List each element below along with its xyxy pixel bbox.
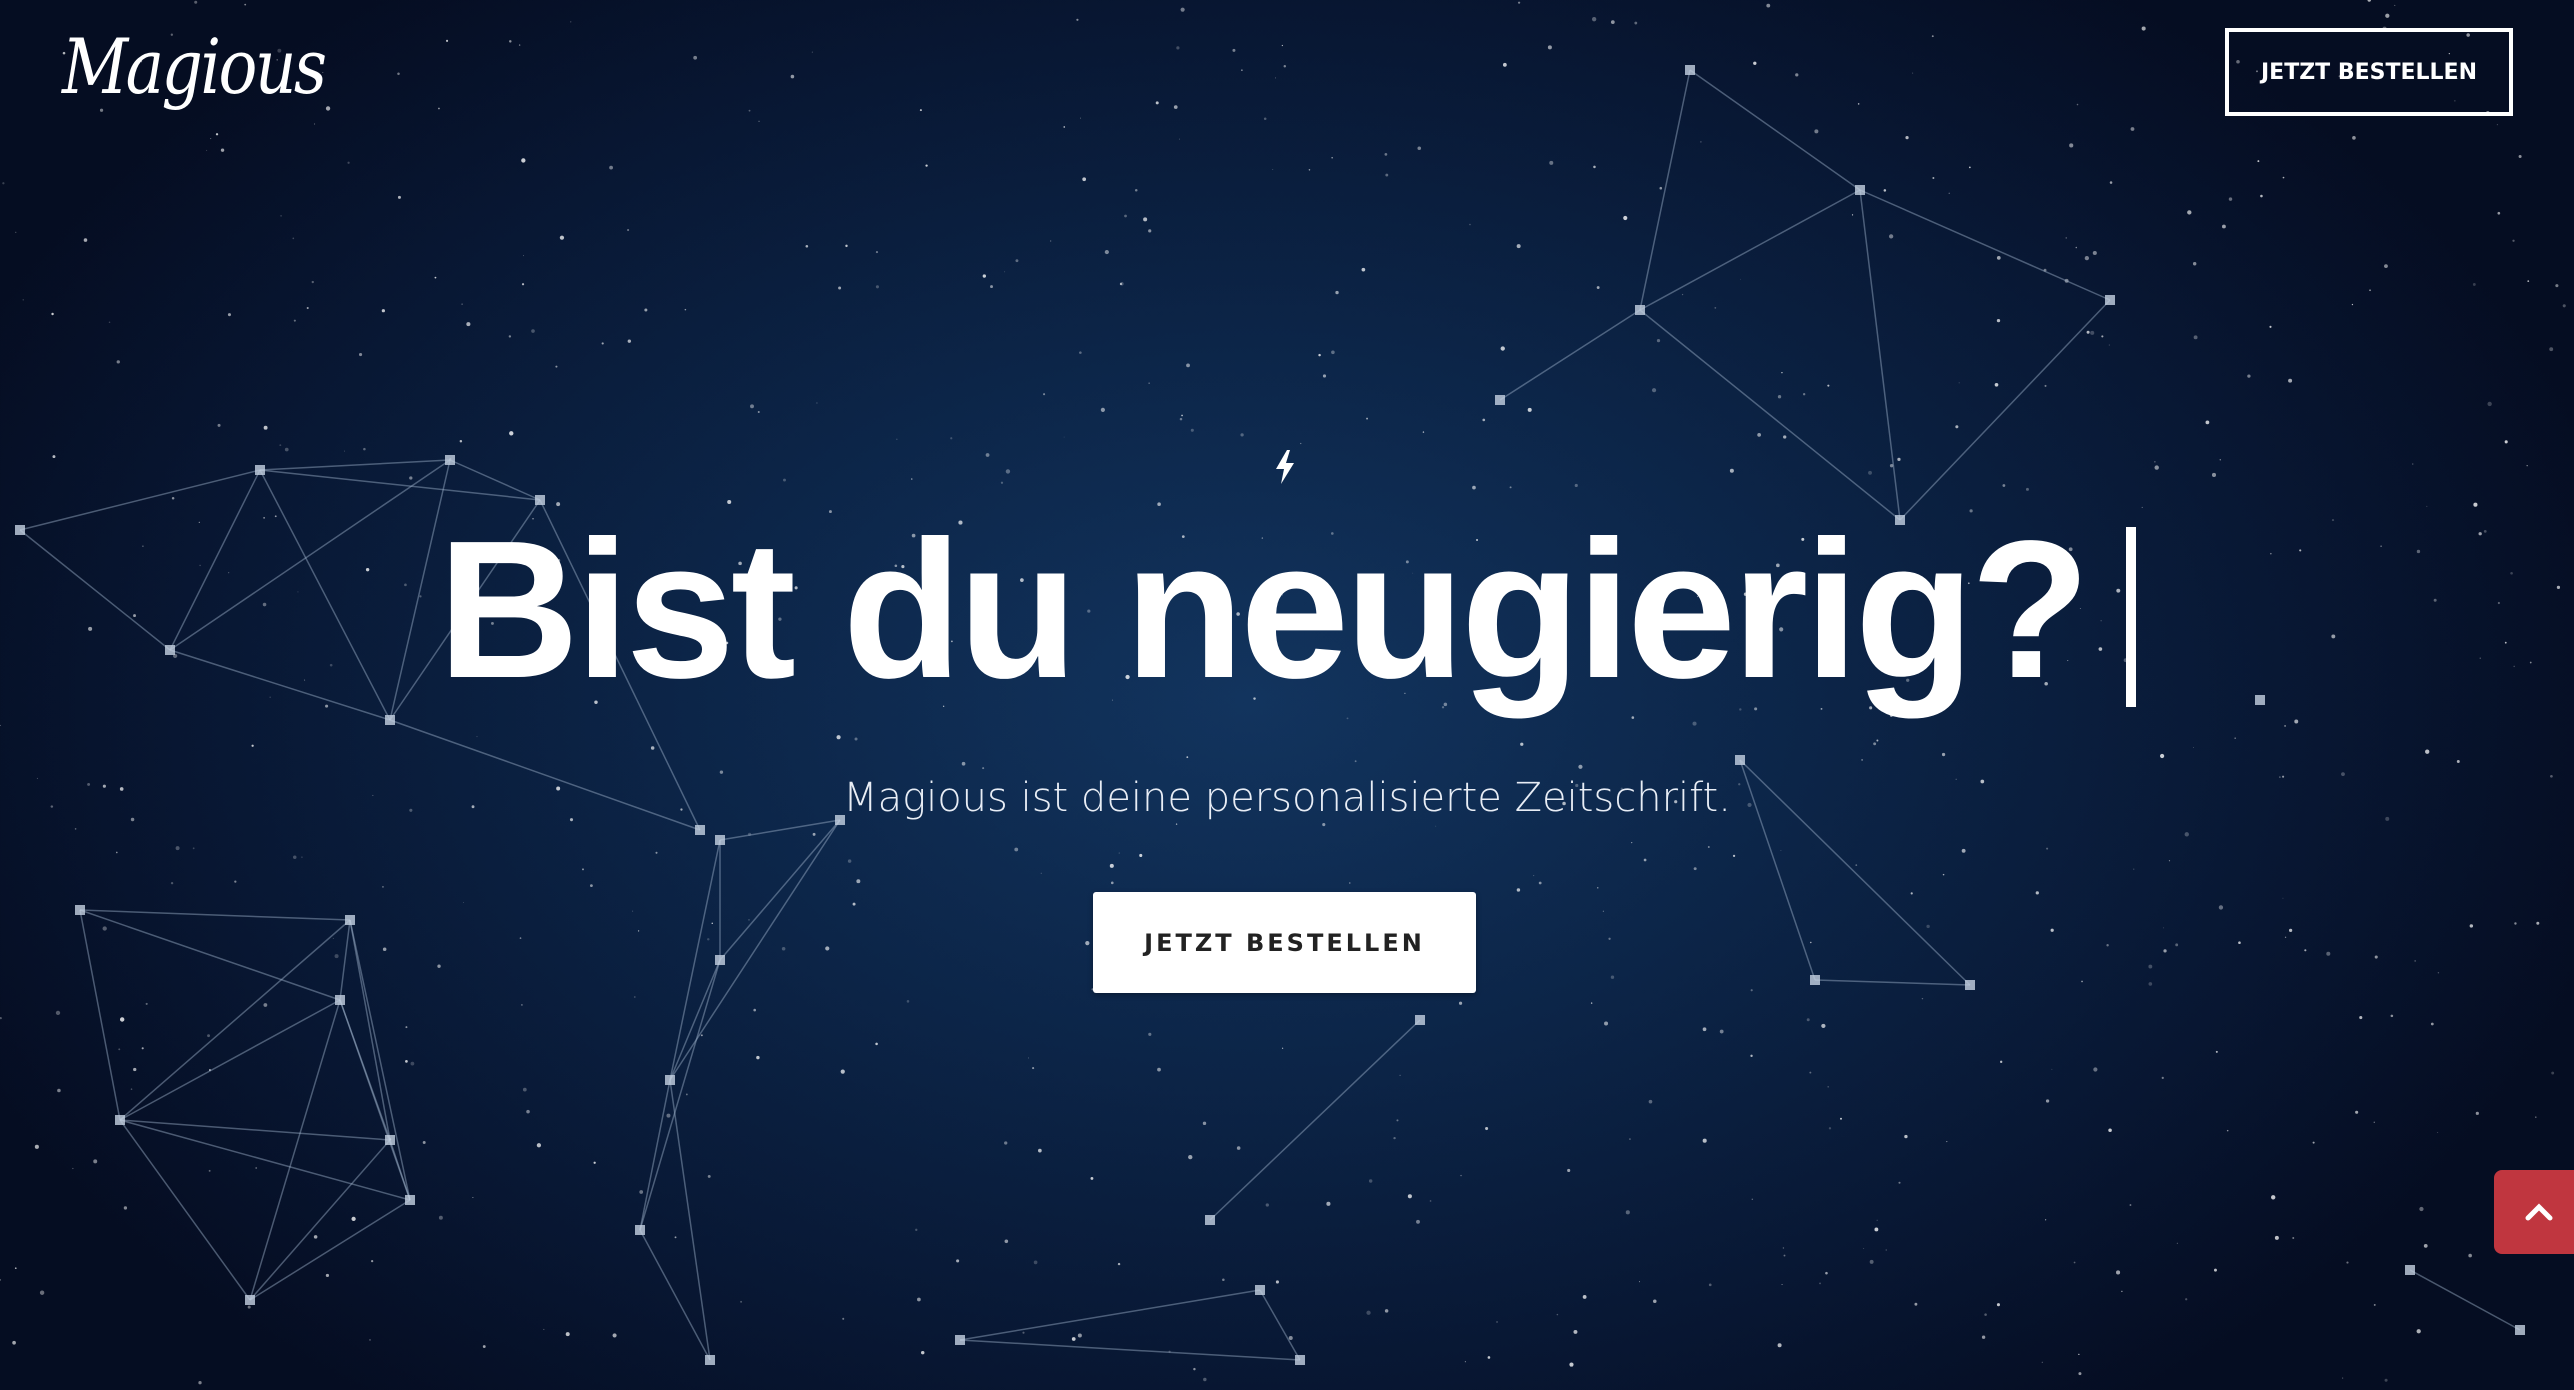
chevron-up-icon [2525,1203,2553,1221]
lightning-bolt-icon [1276,450,1294,484]
typing-cursor [2126,527,2137,707]
hero-headline: Bist du neugierig? [0,490,2574,730]
headline-text: Bist du neugierig? [437,500,2090,719]
order-now-cta-button[interactable]: JETZT BESTELLEN [1093,892,1476,993]
logo[interactable]: Magious [62,22,327,111]
order-now-header-button[interactable]: JETZT BESTELLEN [2225,28,2513,116]
hero-subtitle: Magious ist deine personalisierte Zeitsc… [843,775,1731,821]
scroll-to-top-button[interactable] [2494,1170,2574,1254]
